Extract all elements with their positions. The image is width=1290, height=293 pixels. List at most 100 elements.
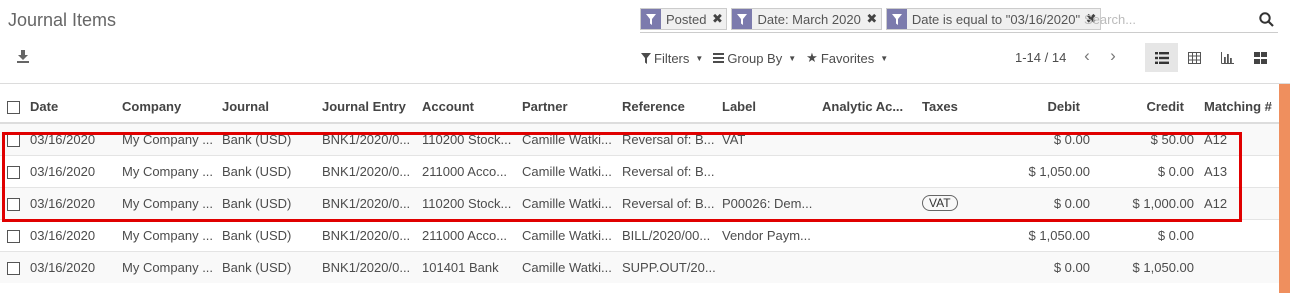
view-switcher	[1145, 43, 1277, 72]
taxes-cell	[922, 122, 996, 155]
column-header[interactable]: Account	[422, 90, 522, 124]
matching-cell: A12	[1204, 186, 1288, 219]
reference-cell: Reversal of: B...	[622, 122, 722, 155]
table-row[interactable]: 03/16/2020 My Company ... Bank (USD) BNK…	[0, 218, 1290, 251]
select-all-checkbox[interactable]	[7, 100, 20, 114]
column-header[interactable]: Analytic Ac...	[822, 90, 922, 124]
column-header[interactable]: Reference	[622, 90, 722, 124]
table-row[interactable]: 03/16/2020 My Company ... Bank (USD) BNK…	[0, 122, 1290, 155]
download-icon[interactable]	[16, 49, 30, 63]
analytic-cell	[822, 186, 922, 219]
caret-down-icon: ▼	[695, 53, 704, 63]
company-cell: My Company ...	[122, 218, 222, 251]
label-cell	[722, 154, 822, 187]
taxes-cell	[922, 250, 996, 283]
column-header[interactable]: Taxes	[922, 90, 996, 124]
analytic-cell	[822, 218, 922, 251]
partner-cell: Camille Watki...	[522, 154, 622, 187]
journal-entry-cell: BNK1/2020/0...	[322, 122, 422, 155]
row-select-cell	[0, 250, 30, 283]
column-header[interactable]: Label	[722, 90, 822, 124]
journal-entry-cell: BNK1/2020/0...	[322, 250, 422, 283]
star-icon: ★	[806, 50, 818, 65]
credit-cell: $ 0.00	[1100, 218, 1204, 251]
reference-cell: Reversal of: B...	[622, 154, 722, 187]
select-all-cell	[0, 90, 30, 124]
row-select-cell	[0, 122, 30, 155]
filters-button[interactable]: Filters ▼	[641, 50, 703, 66]
debit-cell: $ 0.00	[996, 186, 1100, 219]
row-checkbox[interactable]	[7, 261, 20, 275]
matching-cell: A12	[1204, 122, 1288, 155]
debit-cell: $ 1,050.00	[996, 154, 1100, 187]
column-header[interactable]: Credit	[1100, 90, 1204, 124]
remove-facet-icon[interactable]: ✖	[710, 11, 724, 27]
analytic-cell	[822, 154, 922, 187]
search-facet[interactable]: Posted ✖	[640, 8, 728, 30]
table-header-row: Date Company Journal Journal Entry Accou…	[0, 90, 1290, 124]
journal-cell: Bank (USD)	[222, 122, 322, 155]
account-cell: 110200 Stock...	[422, 186, 522, 219]
pivot-view-icon[interactable]	[1178, 43, 1211, 72]
column-header[interactable]: Journal	[222, 90, 322, 124]
row-select-cell	[0, 218, 30, 251]
column-header[interactable]: Company	[122, 90, 222, 124]
page-title: Journal Items	[8, 10, 117, 30]
search-facet[interactable]: Date: March 2020 ✖	[731, 8, 882, 30]
account-cell: 101401 Bank	[422, 250, 522, 283]
remove-facet-icon[interactable]: ✖	[865, 11, 879, 27]
tax-badge: VAT	[922, 195, 958, 211]
journal-cell: Bank (USD)	[222, 154, 322, 187]
row-checkbox[interactable]	[7, 229, 20, 243]
caret-down-icon: ▼	[788, 53, 797, 63]
group-by-icon	[713, 53, 725, 63]
chevron-right-icon[interactable]: ›	[1106, 46, 1120, 66]
row-checkbox[interactable]	[7, 133, 20, 147]
kanban-view-icon[interactable]	[1244, 43, 1277, 72]
table-row[interactable]: 03/16/2020 My Company ... Bank (USD) BNK…	[0, 154, 1290, 187]
credit-cell: $ 0.00	[1100, 154, 1204, 187]
column-header[interactable]: Date	[30, 90, 122, 124]
column-header[interactable]: Journal Entry	[322, 90, 422, 124]
graph-view-icon[interactable]	[1211, 43, 1244, 72]
chevron-left-icon[interactable]: ‹	[1080, 46, 1094, 66]
search-input[interactable]	[1084, 8, 1260, 30]
caret-down-icon: ▼	[880, 53, 889, 63]
matching-cell: A13	[1204, 154, 1288, 187]
column-header[interactable]: Partner	[522, 90, 622, 124]
label-cell: P00026: Dem...	[722, 186, 822, 219]
pager-value[interactable]: 1-14 / 14	[1015, 50, 1066, 65]
journal-entry-cell: BNK1/2020/0...	[322, 186, 422, 219]
partner-cell: Camille Watki...	[522, 218, 622, 251]
journal-cell: Bank (USD)	[222, 186, 322, 219]
account-cell: 110200 Stock...	[422, 122, 522, 155]
date-cell: 03/16/2020	[30, 122, 122, 155]
column-header[interactable]: Debit	[996, 90, 1100, 124]
partner-cell: Camille Watki...	[522, 186, 622, 219]
table-row[interactable]: 03/16/2020 My Company ... Bank (USD) BNK…	[0, 186, 1290, 219]
scrollbar[interactable]	[1279, 84, 1290, 293]
analytic-cell	[822, 122, 922, 155]
search-icon[interactable]	[1259, 12, 1274, 27]
partner-cell: Camille Watki...	[522, 122, 622, 155]
filter-icon	[641, 9, 661, 29]
company-cell: My Company ...	[122, 154, 222, 187]
row-checkbox[interactable]	[7, 197, 20, 211]
journal-items-page: Journal Items Posted ✖ Date: March 2020 …	[0, 0, 1290, 293]
favorites-button[interactable]: ★ Favorites ▼	[806, 50, 888, 66]
row-checkbox[interactable]	[7, 165, 20, 179]
account-cell: 211000 Acco...	[422, 154, 522, 187]
facet-label: Date is equal to "03/16/2020"	[911, 11, 1081, 27]
debit-cell: $ 0.00	[996, 122, 1100, 155]
filter-icon	[732, 9, 753, 29]
column-header[interactable]: Matching #	[1204, 90, 1288, 124]
search-facets: Posted ✖ Date: March 2020 ✖ Date is equa…	[640, 8, 1102, 30]
list-view-icon[interactable]	[1145, 43, 1178, 72]
table-row[interactable]: 03/16/2020 My Company ... Bank (USD) BNK…	[0, 250, 1290, 283]
filters-label: Filters	[654, 50, 690, 66]
group-by-button[interactable]: Group By ▼	[713, 50, 796, 66]
journal-cell: Bank (USD)	[222, 218, 322, 251]
taxes-cell: VAT	[922, 186, 996, 219]
search-facet[interactable]: Date is equal to "03/16/2020" ✖	[885, 8, 1102, 30]
favorites-label: Favorites	[820, 50, 875, 66]
